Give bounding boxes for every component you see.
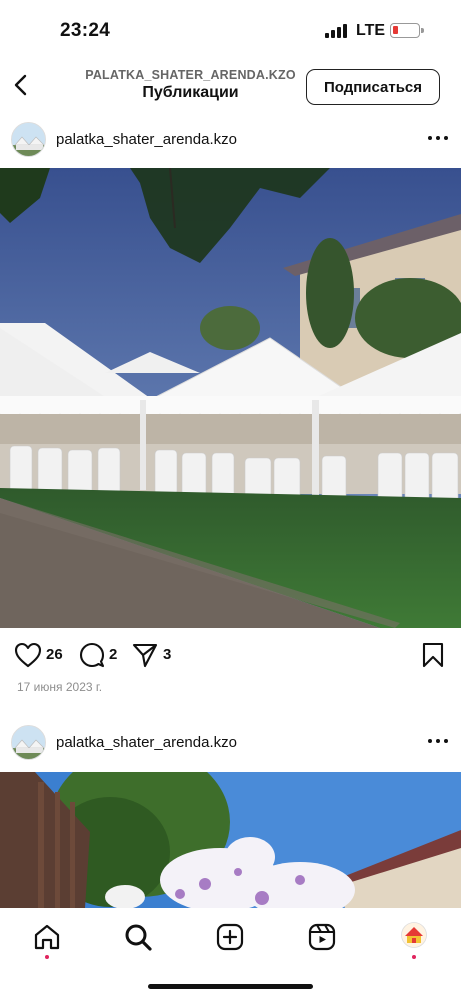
more-button[interactable] <box>426 729 450 753</box>
subscribe-button[interactable]: Подписаться <box>306 69 440 105</box>
heart-icon[interactable] <box>14 642 42 668</box>
bookmark-icon[interactable] <box>421 642 445 668</box>
reels-icon[interactable] <box>307 922 337 952</box>
comment-count[interactable]: 2 <box>109 646 117 663</box>
network-label: LTE <box>356 22 386 39</box>
signal-icon <box>325 24 349 38</box>
send-icon[interactable] <box>132 642 158 668</box>
more-button[interactable] <box>426 126 450 150</box>
post-date: 17 июня 2023 г. <box>17 680 103 694</box>
flower-arch-photo <box>0 772 461 908</box>
profile-avatar[interactable] <box>401 922 431 952</box>
post-header: palatka_shater_arenda.kzo <box>0 118 461 162</box>
post-photo[interactable] <box>0 168 461 628</box>
comment-icon[interactable] <box>79 642 105 668</box>
home-indicator <box>148 984 313 989</box>
home-icon[interactable] <box>32 922 62 952</box>
avatar[interactable] <box>11 725 46 760</box>
status-time: 23:24 <box>60 20 111 41</box>
notification-dot <box>412 955 416 959</box>
notification-dot <box>45 955 49 959</box>
post-header: palatka_shater_arenda.kzo <box>0 721 461 765</box>
avatar[interactable] <box>11 122 46 157</box>
status-bar: 23:24 LTE <box>0 0 461 60</box>
share-count[interactable]: 3 <box>163 646 171 663</box>
post-username[interactable]: palatka_shater_arenda.kzo <box>56 131 237 148</box>
tent-photo <box>0 168 461 628</box>
search-icon[interactable] <box>123 922 153 952</box>
like-count[interactable]: 26 <box>46 646 63 663</box>
battery-icon <box>390 23 424 38</box>
post-actions: 26 2 3 <box>0 640 461 674</box>
create-icon[interactable] <box>215 922 245 952</box>
post-username[interactable]: palatka_shater_arenda.kzo <box>56 734 237 751</box>
post-photo[interactable] <box>0 772 461 908</box>
page-header: PALATKA_SHATER_ARENDA.KZO Публикации Под… <box>0 60 461 116</box>
